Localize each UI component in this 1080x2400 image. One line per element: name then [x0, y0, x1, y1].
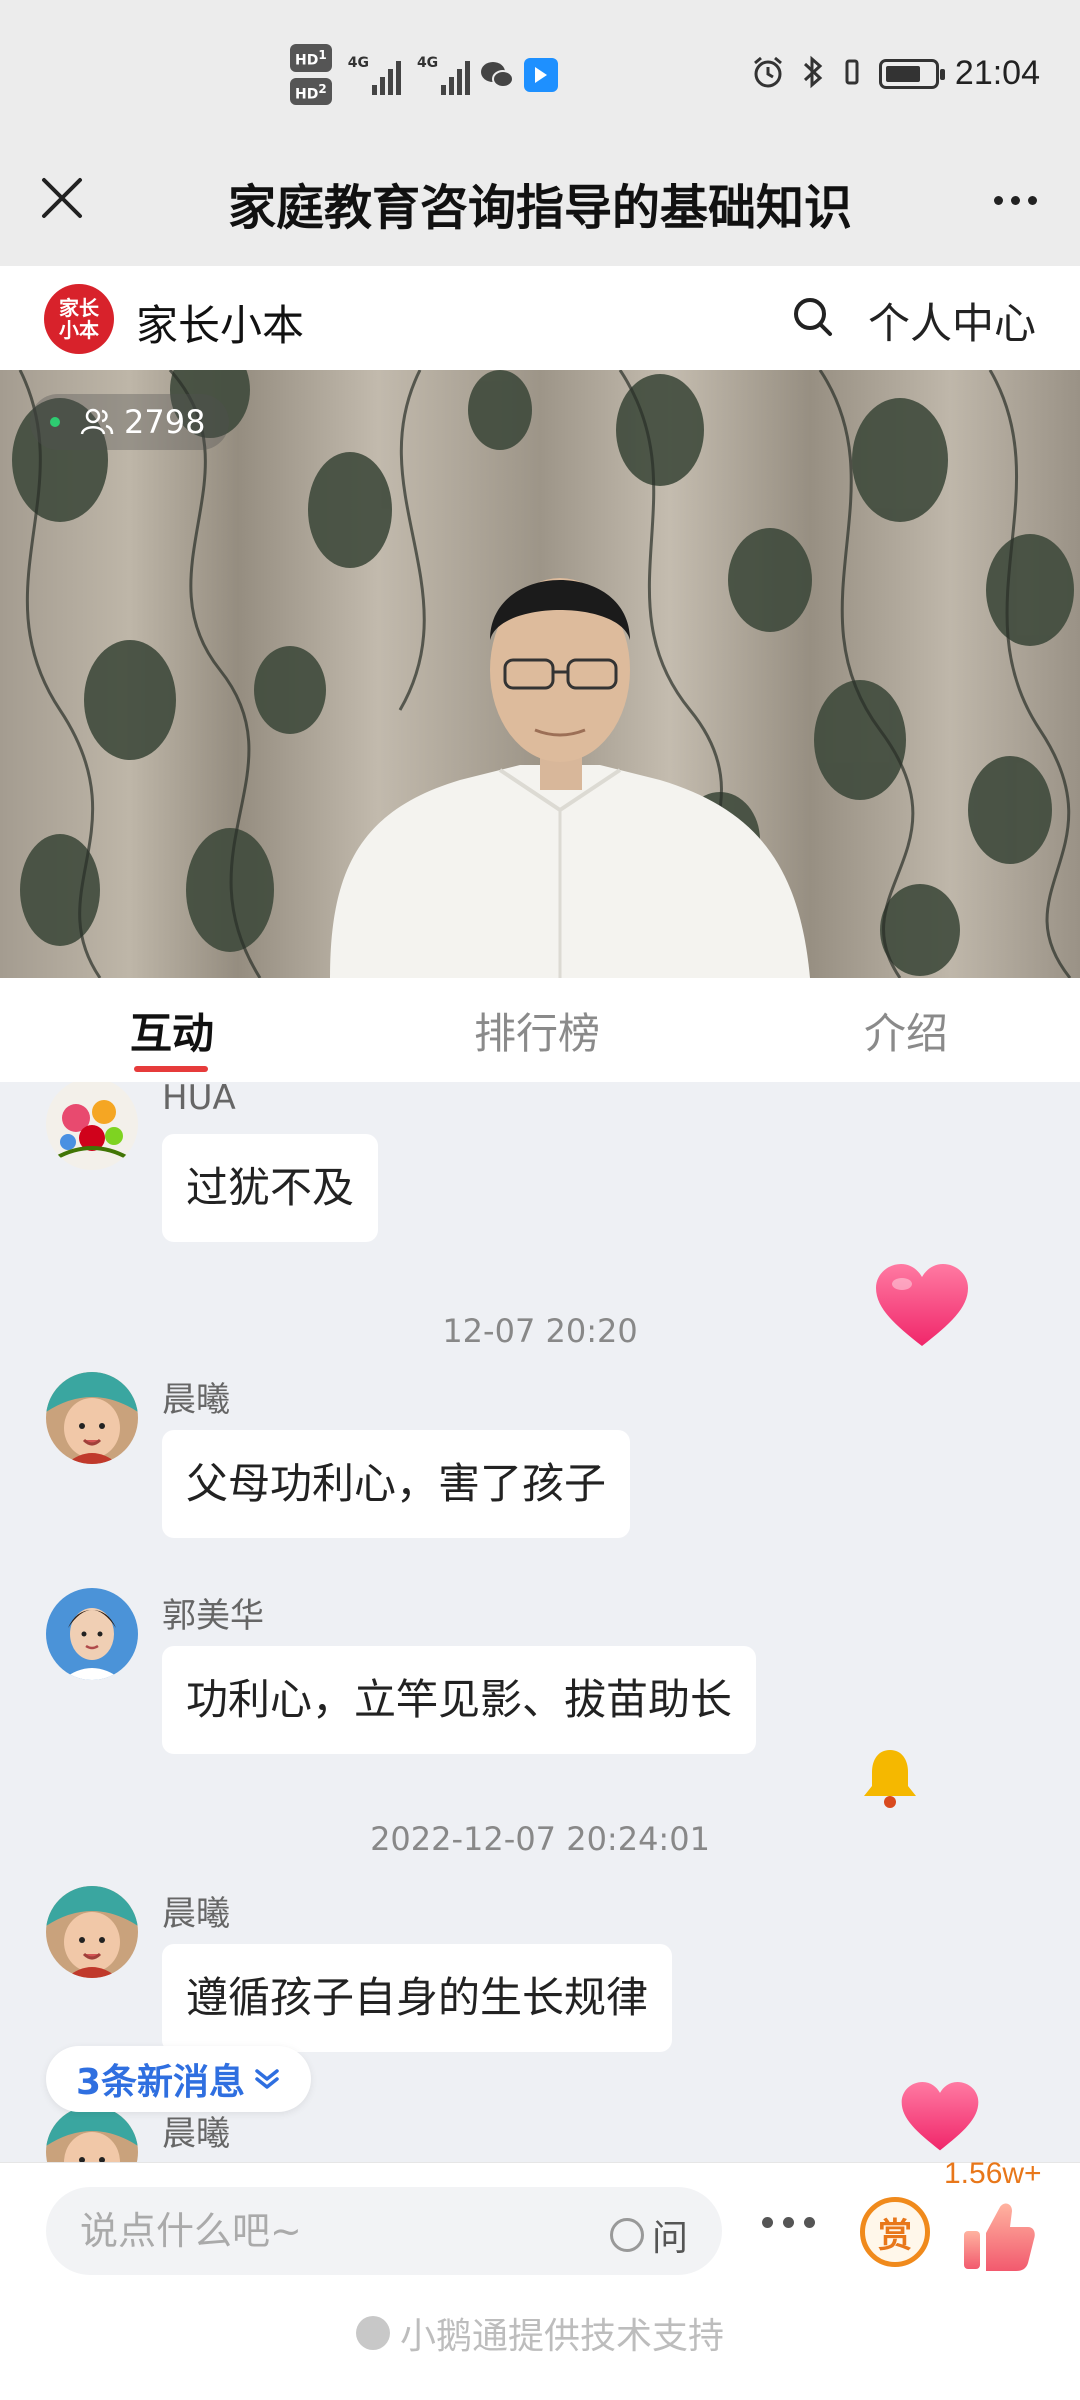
hd2-badge: HD2: [290, 77, 332, 106]
shop-logo[interactable]: 家长 小本: [44, 284, 114, 354]
wechat-icon: [480, 58, 515, 92]
new-messages-button[interactable]: 3条新消息: [46, 2046, 312, 2112]
chat-list[interactable]: HUA 过犹不及 12-07 20:20 晨曦 父母功利心，害了孩子 郭美华 功…: [0, 1082, 1080, 2162]
support-text: 小鹅通提供技术支持: [399, 2316, 724, 2357]
viewer-count: 2798: [124, 403, 206, 441]
message-username: 郭美华: [162, 1596, 264, 1636]
tab-interaction[interactable]: 互动: [130, 1000, 214, 1061]
page-title: 家庭教育咨询指导的基础知识: [227, 180, 852, 236]
more-menu-button[interactable]: [980, 180, 1050, 220]
message-username: HUA: [162, 1082, 236, 1118]
close-icon: [42, 178, 82, 218]
status-right: 21:04: [751, 54, 1040, 93]
live-video-player[interactable]: 2798: [0, 370, 1080, 978]
shop-header: 家长 小本 家长小本 个人中心: [0, 266, 1080, 370]
hd1-badge: HD1: [290, 44, 332, 72]
radio-circle-icon: [609, 2218, 644, 2252]
battery-icon: [878, 58, 945, 89]
message-username: 晨曦: [162, 2114, 230, 2154]
message-username: 晨曦: [162, 1894, 230, 1934]
chat-timestamp: 2022-12-07 20:24:01: [370, 1820, 710, 1858]
app-root: HD1 HD2 4G 4G 21:04 家庭教育咨询指导的基础知识 家长 小本 …: [0, 0, 1080, 2400]
reward-button[interactable]: 赏: [860, 2197, 930, 2267]
comment-input-box[interactable]: 问: [46, 2187, 722, 2275]
bell-icon: [864, 1750, 916, 1808]
message-bubble[interactable]: 过犹不及: [162, 1134, 379, 1242]
heart-icon: [876, 1264, 968, 1346]
xiaoe-logo-icon: [355, 2316, 390, 2350]
message-bubble[interactable]: 遵循孩子自身的生长规律: [162, 1944, 673, 2052]
tab-intro[interactable]: 介绍: [864, 1000, 948, 1061]
status-left: HD1 HD2 4G 4G: [290, 44, 559, 106]
tab-ranking[interactable]: 排行榜: [474, 1000, 600, 1061]
message-bubble[interactable]: 功利心，立竿见影、拔苗助长: [162, 1646, 757, 1754]
status-bar: HD1 HD2 4G 4G 21:04: [0, 0, 1080, 140]
signal-2-icon: 4G: [417, 55, 471, 95]
tech-support-footer: 小鹅通提供技术支持: [0, 2307, 1080, 2359]
close-button[interactable]: [30, 166, 94, 230]
live-indicator-icon: [50, 417, 60, 427]
bluetooth-icon: [801, 55, 825, 93]
title-bar: 家庭教育咨询指导的基础知识: [0, 140, 1080, 266]
more-dot-icon: [762, 2217, 773, 2228]
ask-label: 问: [651, 2218, 688, 2259]
chevron-double-down-icon: [255, 2069, 279, 2089]
thumbs-up-icon[interactable]: [960, 2197, 1038, 2275]
new-messages-label: 3条新消息: [76, 2062, 246, 2103]
status-time: 21:04: [954, 54, 1040, 92]
active-tab-indicator: [134, 1066, 208, 1072]
avatar[interactable]: [46, 1886, 138, 1978]
avatar[interactable]: [46, 1588, 138, 1680]
more-actions-button[interactable]: [762, 2217, 815, 2228]
shop-name[interactable]: 家长小本: [136, 292, 304, 353]
tab-bar: 互动 排行榜 介绍: [0, 978, 1080, 1082]
heart-icon: [901, 2082, 979, 2151]
users-icon: [80, 408, 114, 435]
ask-question-toggle[interactable]: 问: [609, 2209, 688, 2261]
video-frame: [0, 370, 1080, 978]
viewer-count-badge: 2798: [30, 394, 230, 450]
avatar[interactable]: [46, 1372, 138, 1464]
search-icon[interactable]: [790, 294, 836, 340]
app-notification-icon: [524, 57, 559, 92]
alarm-icon: [751, 55, 785, 93]
like-count: 1.56w+: [944, 2157, 1042, 2190]
bottom-bar: 问 赏 1.56w+ 小鹅通提供技术支持: [0, 2157, 1080, 2400]
avatar[interactable]: [46, 2106, 138, 2162]
signal-1-icon: 4G: [348, 55, 401, 95]
vibrate-icon: [841, 55, 863, 93]
profile-center-link[interactable]: 个人中心: [868, 290, 1036, 351]
more-dot-icon: [993, 195, 1003, 205]
message-bubble[interactable]: 父母功利心，害了孩子: [162, 1430, 631, 1538]
message-username: 晨曦: [162, 1380, 230, 1420]
comment-input[interactable]: [80, 2187, 600, 2275]
avatar[interactable]: [46, 1082, 138, 1170]
